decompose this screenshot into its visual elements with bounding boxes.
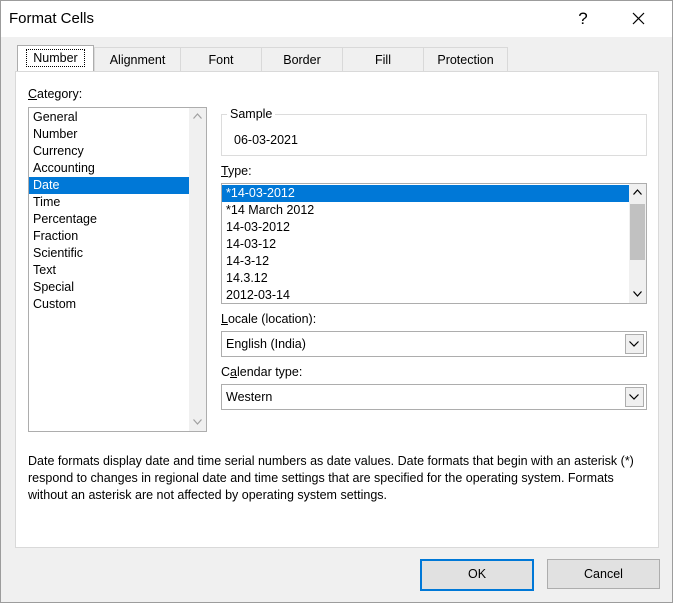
locale-value: English (India): [226, 337, 306, 351]
help-button[interactable]: ?: [564, 5, 602, 33]
sample-label: Sample: [227, 107, 276, 121]
tab-border[interactable]: Border: [261, 47, 343, 72]
type-scrollbar[interactable]: [629, 184, 646, 303]
chevron-down-icon: [193, 419, 202, 425]
calendar-type-dropdown-button[interactable]: [625, 387, 644, 407]
chevron-down-icon: [629, 394, 639, 400]
category-scrollbar[interactable]: [189, 108, 206, 431]
type-scroll-down[interactable]: [629, 286, 646, 303]
category-list-item[interactable]: Custom: [29, 296, 189, 313]
type-list-item[interactable]: 14.3.12: [222, 270, 629, 287]
category-list-item[interactable]: Percentage: [29, 211, 189, 228]
dialog-title: Format Cells: [9, 10, 95, 27]
category-scroll-up[interactable]: [189, 108, 206, 125]
calendar-type-label: Calendar type:: [221, 365, 303, 379]
chevron-up-icon: [633, 189, 642, 195]
type-list-item[interactable]: 14-3-12: [222, 253, 629, 270]
calendar-type-value: Western: [226, 390, 273, 404]
type-listbox[interactable]: *14-03-2012 *14 March 2012 14-03-2012 14-03…: [221, 183, 647, 304]
locale-label: Locale (location):: [221, 312, 317, 326]
ok-button[interactable]: OK: [420, 559, 534, 591]
category-list-item[interactable]: Date: [29, 177, 189, 194]
type-list-item[interactable]: *14 March 2012: [222, 202, 629, 219]
category-list-item[interactable]: Time: [29, 194, 189, 211]
close-button[interactable]: [617, 5, 661, 33]
category-list-item[interactable]: Accounting: [29, 160, 189, 177]
category-label: Category:: [28, 87, 83, 101]
tab-protection[interactable]: Protection: [423, 47, 508, 72]
type-list-item[interactable]: 2012-03-14: [222, 287, 629, 303]
format-cells-dialog: Format Cells ? Number Alignment Font Bor…: [0, 0, 673, 603]
category-scroll-down[interactable]: [189, 414, 206, 431]
category-list-item[interactable]: Scientific: [29, 245, 189, 262]
type-list-item[interactable]: 14-03-12: [222, 236, 629, 253]
tab-fill[interactable]: Fill: [342, 47, 424, 72]
chevron-down-icon: [629, 341, 639, 347]
sample-value: 06-03-2021: [234, 133, 298, 147]
category-list-item[interactable]: Fraction: [29, 228, 189, 245]
locale-dropdown[interactable]: English (India): [221, 331, 647, 357]
format-description: Date formats display date and time seria…: [28, 454, 634, 502]
type-list-item[interactable]: *14-03-2012: [222, 185, 629, 202]
title-bar: Format Cells ?: [1, 1, 672, 37]
calendar-type-dropdown[interactable]: Western: [221, 384, 647, 410]
type-list-items: *14-03-2012 *14 March 2012 14-03-2012 14-03…: [222, 184, 646, 303]
locale-dropdown-button[interactable]: [625, 334, 644, 354]
tab-alignment[interactable]: Alignment: [94, 47, 181, 72]
chevron-up-icon: [193, 113, 202, 119]
category-list-item[interactable]: Text: [29, 262, 189, 279]
type-label: Type:: [221, 164, 252, 178]
cancel-button[interactable]: Cancel: [547, 559, 660, 589]
chevron-down-icon: [633, 291, 642, 297]
category-list-item[interactable]: Number: [29, 126, 189, 143]
category-listbox[interactable]: General Number Currency Accounting Date Time P…: [28, 107, 207, 432]
tab-number[interactable]: Number: [17, 45, 94, 72]
category-list-item[interactable]: Special: [29, 279, 189, 296]
type-scroll-thumb[interactable]: [630, 204, 645, 260]
tab-font[interactable]: Font: [180, 47, 262, 72]
close-icon: [632, 12, 645, 25]
type-list-item[interactable]: 14-03-2012: [222, 219, 629, 236]
type-scroll-up[interactable]: [629, 184, 646, 201]
category-list-item[interactable]: Currency: [29, 143, 189, 160]
category-list-item[interactable]: General: [29, 109, 189, 126]
category-list-items: General Number Currency Accounting Date Time P…: [29, 108, 206, 313]
